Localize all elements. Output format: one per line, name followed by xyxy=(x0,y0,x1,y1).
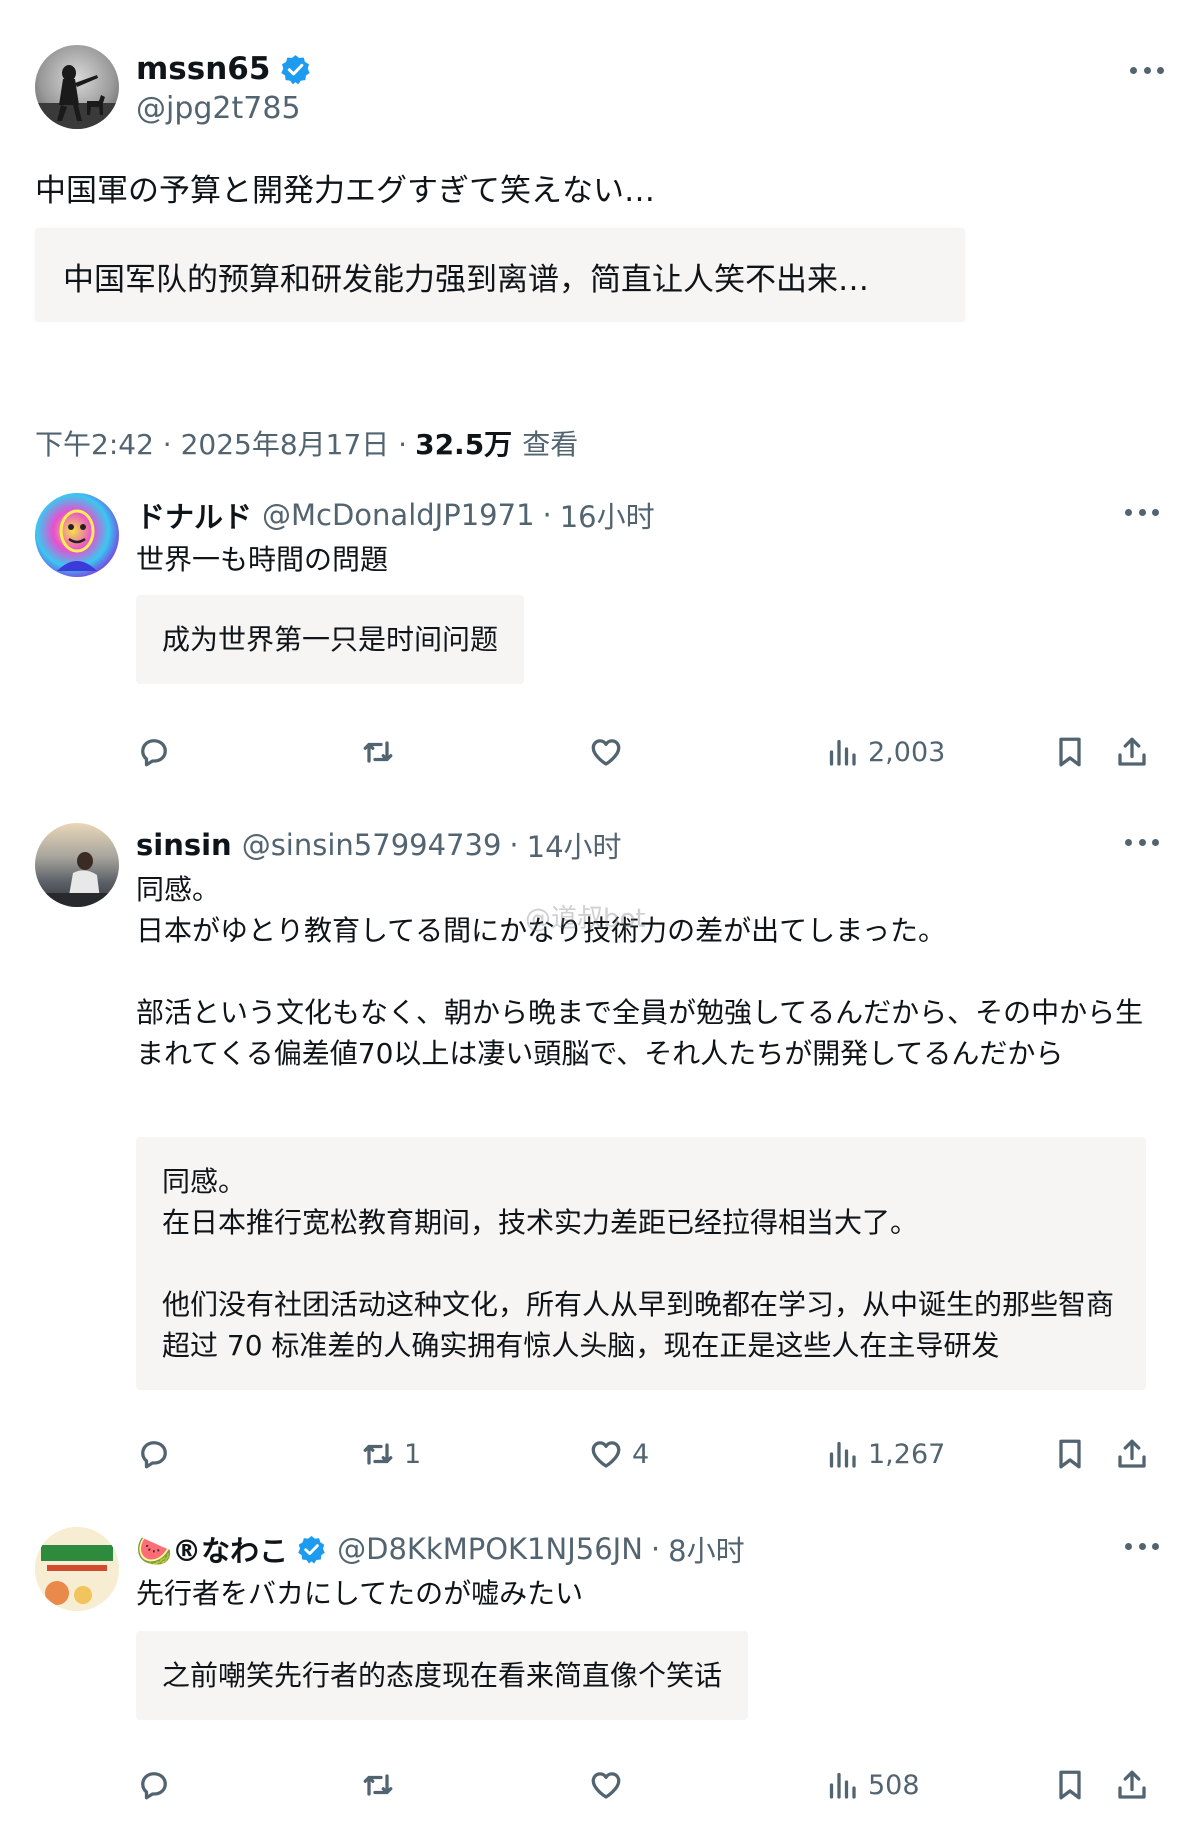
reply-translation-box: 成为世界第一只是时间问题 xyxy=(136,595,525,684)
reply-button[interactable] xyxy=(136,1763,172,1807)
reply-avatar[interactable] xyxy=(35,493,119,577)
main-post-header: mssn65 @jpg2t785 xyxy=(35,45,1165,135)
like-icon xyxy=(591,739,621,766)
like-button[interactable]: 4 xyxy=(588,1432,649,1476)
like-icon xyxy=(591,1441,621,1468)
reply-actions: 2,003 xyxy=(136,730,1166,774)
reply-time[interactable]: 16小时 xyxy=(560,494,655,536)
more-icon[interactable] xyxy=(1125,507,1159,517)
main-post-translation: 中国军队的预算和研发能力强到离谱，简直让人笑不出来… xyxy=(63,262,869,298)
more-icon[interactable] xyxy=(1125,837,1159,847)
share-button[interactable] xyxy=(1114,730,1150,774)
verified-icon xyxy=(298,1535,325,1563)
reply-handle[interactable]: @sinsin57994739 xyxy=(242,828,502,862)
like-button[interactable] xyxy=(588,730,632,774)
retweet-icon xyxy=(363,1774,393,1796)
reply-handle[interactable]: @McDonaldJP1971 xyxy=(262,498,535,532)
reply-author-name[interactable]: 🍉®なわこ xyxy=(136,1528,288,1570)
separator-dot: · xyxy=(542,498,552,532)
retweet-button[interactable] xyxy=(360,730,404,774)
reply-author-name[interactable]: ドナルド xyxy=(136,494,252,536)
reply-icon xyxy=(141,739,167,767)
views-button[interactable]: 508 xyxy=(824,1763,920,1807)
reply-button[interactable] xyxy=(136,730,172,774)
bookmark-icon xyxy=(1059,1770,1081,1800)
views-icon xyxy=(829,1441,856,1468)
reply-name-row: ドナルド @McDonaldJP1971 · 16小时 xyxy=(136,495,655,535)
reply-time[interactable]: 8小时 xyxy=(668,1528,744,1570)
main-post-views-label: 查看 xyxy=(522,428,579,461)
main-post-timestamp[interactable]: 下午2:42 · 2025年8月17日 · xyxy=(35,423,407,463)
reply-item: 🍉®なわこ @D8KkMPOK1NJ56JN · 8小时 先行者をバカにしてたの… xyxy=(0,1527,1200,1837)
more-icon[interactable] xyxy=(1130,65,1164,75)
main-post-author-name[interactable]: mssn65 xyxy=(136,51,270,87)
reply-author-name[interactable]: sinsin xyxy=(136,828,232,862)
bookmark-button[interactable] xyxy=(1052,1763,1088,1807)
retweet-button[interactable] xyxy=(360,1763,404,1807)
separator-dot: · xyxy=(650,1532,661,1566)
like-icon xyxy=(591,1772,621,1799)
main-post-handle[interactable]: @jpg2t785 xyxy=(136,91,301,126)
reply-translation: 成为世界第一只是时间问题 xyxy=(162,623,499,656)
share-icon xyxy=(1118,1439,1146,1468)
bookmark-button[interactable] xyxy=(1052,730,1088,774)
reply-text: 先行者をバカにしてたのが嘘みたい xyxy=(136,1577,584,1610)
retweet-icon xyxy=(363,741,393,763)
reply-translation: 同感。 在日本推行宽松教育期间，技术实力差距已经拉得相当大了。 他们没有社团活动… xyxy=(162,1165,1115,1362)
reply-avatar[interactable] xyxy=(35,1527,119,1611)
reply-name-row: sinsin @sinsin57994739 · 14小时 xyxy=(136,825,622,865)
reply-text: 世界一も時間の問題 xyxy=(136,543,389,576)
views-count: 508 xyxy=(868,1769,920,1801)
share-button[interactable] xyxy=(1114,1763,1150,1807)
reply-handle[interactable]: @D8KkMPOK1NJ56JN xyxy=(337,1532,643,1566)
main-post-meta: 下午2:42 · 2025年8月17日 · 32.5万 查看 xyxy=(35,423,578,463)
retweet-icon xyxy=(363,1443,393,1465)
retweet-button[interactable]: 1 xyxy=(360,1432,421,1476)
main-post-text: 中国軍の予算と開発力エグすぎて笑えない… xyxy=(35,173,655,209)
verified-icon xyxy=(281,54,311,84)
bookmark-icon xyxy=(1059,737,1081,767)
like-button[interactable] xyxy=(588,1763,632,1807)
reply-time[interactable]: 14小时 xyxy=(527,824,622,866)
share-icon xyxy=(1118,1770,1146,1799)
reply-icon xyxy=(141,1772,167,1800)
share-icon xyxy=(1118,737,1146,766)
reply-translation-box: 之前嘲笑先行者的态度现在看来简直像个笑话 xyxy=(136,1631,749,1720)
bookmark-icon xyxy=(1059,1439,1081,1469)
views-button[interactable]: 2,003 xyxy=(824,730,945,774)
views-count: 2,003 xyxy=(868,736,946,768)
reply-translation: 之前嘲笑先行者的态度现在看来简直像个笑话 xyxy=(162,1659,723,1692)
reply-actions: 508 xyxy=(136,1763,1166,1807)
reply-translation-box: 同感。 在日本推行宽松教育期间，技术实力差距已经拉得相当大了。 他们没有社团活动… xyxy=(136,1137,1146,1390)
reply-actions: 1 4 1,267 xyxy=(136,1432,1166,1476)
reply-icon xyxy=(141,1441,167,1469)
share-button[interactable] xyxy=(1114,1432,1150,1476)
retweet-count: 1 xyxy=(404,1438,422,1470)
views-button[interactable]: 1,267 xyxy=(824,1432,945,1476)
main-post-avatar[interactable] xyxy=(35,45,119,129)
reply-button[interactable] xyxy=(136,1432,172,1476)
reply-name-row: 🍉®なわこ @D8KkMPOK1NJ56JN · 8小时 xyxy=(136,1529,745,1569)
like-count: 4 xyxy=(632,1438,650,1470)
views-icon xyxy=(829,1772,856,1799)
main-post-views-count: 32.5万 xyxy=(415,428,513,461)
views-count: 1,267 xyxy=(868,1438,946,1470)
separator-dot: · xyxy=(509,828,519,862)
reply-item: ドナルド @McDonaldJP1971 · 16小时 世界一も時間の問題 成为… xyxy=(0,493,1200,793)
main-post-name-row: mssn65 xyxy=(136,49,312,89)
reply-avatar[interactable] xyxy=(35,823,119,907)
more-icon[interactable] xyxy=(1125,1541,1159,1551)
bookmark-button[interactable] xyxy=(1052,1432,1088,1476)
main-post-translation-box: 中国军队的预算和研发能力强到离谱，简直让人笑不出来… xyxy=(35,228,965,322)
watermark: @道叔bot xyxy=(525,904,646,934)
views-icon xyxy=(829,739,856,766)
tweet-thread-page: mssn65 @jpg2t785 中国軍の予算と開発力エグすぎて笑えない… 中国… xyxy=(0,0,1200,1848)
